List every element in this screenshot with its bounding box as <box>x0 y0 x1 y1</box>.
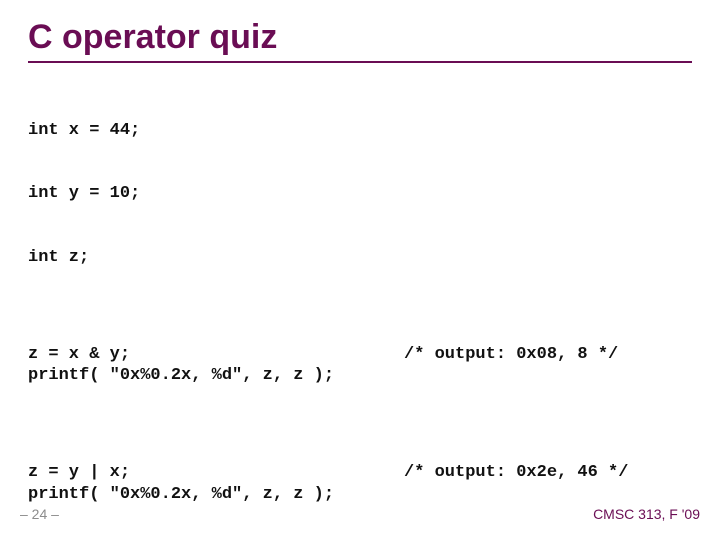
code-block: z = y | x; printf( "0x%0.2x, %d", z, z )… <box>28 462 692 505</box>
decl-line: int y = 10; <box>28 183 692 204</box>
code-body: int x = 44; int y = 10; int z; z = x & y… <box>28 77 692 540</box>
course-label: CMSC 313, F '09 <box>593 506 700 522</box>
slide-title: C operator quiz <box>28 18 692 63</box>
decl-line: int x = 44; <box>28 120 692 141</box>
code-block: z = x & y; printf( "0x%0.2x, %d", z, z )… <box>28 344 692 387</box>
slide-number: – 24 – <box>20 506 59 522</box>
code-comment: /* output: 0x2e, 46 */ <box>398 462 628 483</box>
code-comment: /* output: 0x08, 8 */ <box>398 344 618 365</box>
slide: C operator quiz int x = 44; int y = 10; … <box>0 0 720 540</box>
code-left: z = x & y; printf( "0x%0.2x, %d", z, z )… <box>28 344 398 387</box>
code-left: z = y | x; printf( "0x%0.2x, %d", z, z )… <box>28 462 398 505</box>
decl-line: int z; <box>28 247 692 268</box>
